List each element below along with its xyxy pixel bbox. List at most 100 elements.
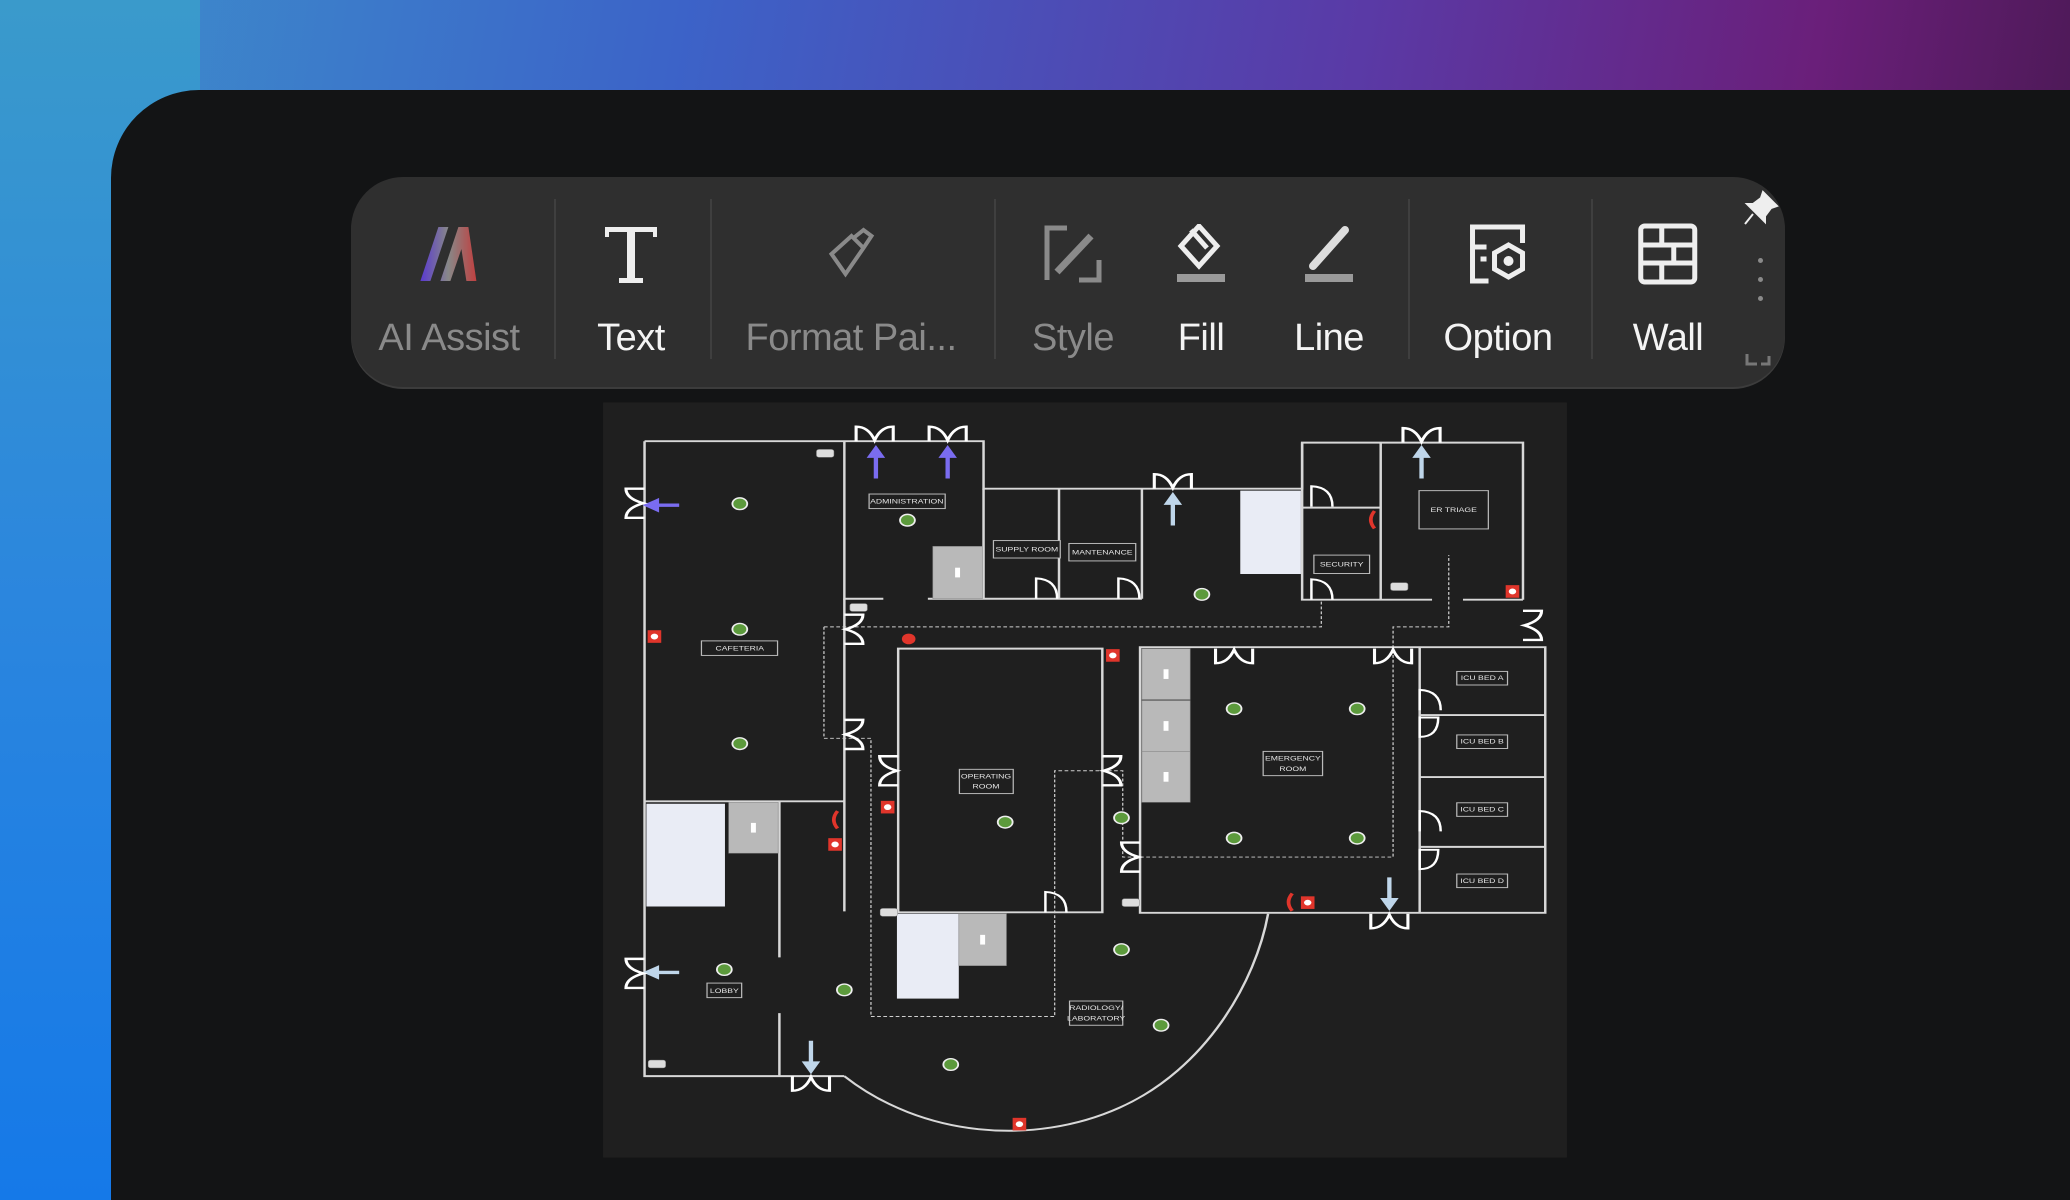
security-camera-icon xyxy=(879,908,898,917)
room-label-icu-d: ICU BED D xyxy=(1460,877,1504,885)
green-marker-icon xyxy=(1225,702,1243,716)
green-marker-icon xyxy=(1348,831,1366,845)
label-security: SECURITY xyxy=(1313,554,1371,575)
fire-extinguisher-icon xyxy=(901,633,916,645)
security-camera-icon xyxy=(849,603,868,612)
style-icon xyxy=(1038,219,1108,289)
line-pen-icon xyxy=(1294,219,1364,289)
stairs xyxy=(1240,490,1301,575)
divider xyxy=(994,199,996,359)
resize-handle-icon[interactable] xyxy=(1745,340,1771,371)
text-icon xyxy=(596,219,666,289)
green-marker-icon xyxy=(942,1057,960,1072)
label-emergency-room: EMERGENCY ROOM xyxy=(1262,750,1324,777)
option-label: Option xyxy=(1443,317,1553,359)
green-marker-icon xyxy=(731,737,749,751)
line-label: Line xyxy=(1294,317,1364,359)
green-marker-icon xyxy=(1113,943,1130,957)
format-painter-button[interactable]: Format Pai... xyxy=(746,177,957,387)
ai-assist-label: AI Assist xyxy=(378,317,520,359)
elevator-door xyxy=(750,822,756,833)
divider xyxy=(554,199,556,359)
fire-alarm-dot xyxy=(650,633,659,640)
security-camera-icon xyxy=(1390,582,1409,591)
green-marker-icon xyxy=(1113,811,1130,825)
text-button[interactable]: Text xyxy=(596,177,666,387)
label-lobby: LOBBY xyxy=(706,982,743,999)
label-icu-b: ICU BED B xyxy=(1456,734,1509,749)
elevator-door xyxy=(1163,669,1169,679)
green-marker-icon xyxy=(1193,587,1211,601)
wall-label: Wall xyxy=(1632,317,1704,359)
label-er-triage: ER TRIAGE xyxy=(1418,490,1489,530)
pin-icon[interactable] xyxy=(1743,190,1779,231)
room-label-operating: OPERATING xyxy=(961,772,1011,780)
stairs xyxy=(896,913,959,999)
room-label-icu-a: ICU BED A xyxy=(1461,674,1505,682)
divider xyxy=(1591,199,1593,359)
room-label-emergency-room: ROOM xyxy=(1279,765,1306,773)
room-label-emergency: EMERGENCY xyxy=(1265,755,1322,763)
room-label-cafeteria: CAFETERIA xyxy=(716,644,765,652)
label-maintenance: MANTENANCE xyxy=(1068,542,1137,562)
security-camera-icon xyxy=(1121,898,1140,907)
elevator-door xyxy=(980,934,986,945)
room-label-radiology: RADIOLOGY/ xyxy=(1069,1004,1124,1012)
wall-button[interactable]: Wall xyxy=(1632,177,1704,387)
security-camera-icon xyxy=(647,1059,666,1069)
fill-bucket-icon xyxy=(1166,219,1236,289)
fire-alarm-dot xyxy=(1109,652,1117,659)
room-label-icu-c: ICU BED C xyxy=(1460,805,1504,813)
room-label-lobby: LOBBY xyxy=(710,987,740,995)
fire-alarm-dot xyxy=(883,804,892,811)
fill-button[interactable]: Fill xyxy=(1166,177,1236,387)
ai-assist-icon xyxy=(414,219,484,289)
fire-alarm-dot xyxy=(831,841,839,848)
room-label-laboratory: LABORATORY xyxy=(1067,1014,1126,1022)
divider xyxy=(710,199,712,359)
floor-plan-canvas[interactable]: ADMINISTRATION SUPPLY ROOM MANTENANCE SE… xyxy=(600,400,1570,1160)
elevator-door xyxy=(1163,721,1169,731)
label-radiology: RADIOLOGY/LABORATORY xyxy=(1067,1000,1126,1026)
green-marker-icon xyxy=(1348,702,1366,716)
floating-toolbar: AI Assist Text Format Pai... Style Fill … xyxy=(351,177,1785,387)
label-icu-c: ICU BED C xyxy=(1456,802,1509,817)
format-painter-icon xyxy=(816,219,886,289)
fire-alarm-dot xyxy=(1303,899,1312,906)
fire-alarm-dot xyxy=(1015,1121,1024,1128)
green-marker-icon xyxy=(836,983,853,997)
room-label-administration: ADMINISTRATION xyxy=(870,498,943,506)
room-label-operating-room: ROOM xyxy=(973,783,1000,791)
room-label-supply-room: SUPPLY ROOM xyxy=(996,546,1059,554)
room-label-maintenance: MANTENANCE xyxy=(1072,549,1133,557)
green-marker-icon xyxy=(731,497,749,511)
stairs xyxy=(646,803,725,907)
security-camera-icon xyxy=(816,449,835,458)
label-icu-d: ICU BED D xyxy=(1456,873,1509,889)
label-icu-a: ICU BED A xyxy=(1456,670,1509,686)
style-button[interactable]: Style xyxy=(1032,177,1114,387)
green-marker-icon xyxy=(899,513,916,527)
option-button[interactable]: Option xyxy=(1444,177,1553,387)
text-label: Text xyxy=(597,317,665,359)
option-gear-icon xyxy=(1463,219,1533,289)
fire-alarm-dot xyxy=(1508,588,1517,595)
green-marker-icon xyxy=(731,622,749,636)
label-administration: ADMINISTRATION xyxy=(868,493,946,510)
green-marker-icon xyxy=(1225,831,1243,845)
fill-label: Fill xyxy=(1177,317,1225,359)
label-operating-room: OPERATING ROOM xyxy=(958,768,1014,795)
more-vertical-icon[interactable] xyxy=(1758,258,1764,315)
format-painter-label: Format Pai... xyxy=(745,317,958,359)
room-label-icu-b: ICU BED B xyxy=(1461,738,1504,746)
wall-icon xyxy=(1633,219,1703,289)
green-marker-icon xyxy=(715,962,733,977)
style-label: Style xyxy=(1032,317,1114,359)
label-cafeteria: CAFETERIA xyxy=(700,640,779,656)
green-marker-icon xyxy=(1152,1018,1170,1032)
line-button[interactable]: Line xyxy=(1294,177,1364,387)
label-supply-room: SUPPLY ROOM xyxy=(992,540,1061,559)
elevator-door xyxy=(955,567,961,578)
ai-assist-button[interactable]: AI Assist xyxy=(378,177,520,387)
divider xyxy=(1408,199,1410,359)
